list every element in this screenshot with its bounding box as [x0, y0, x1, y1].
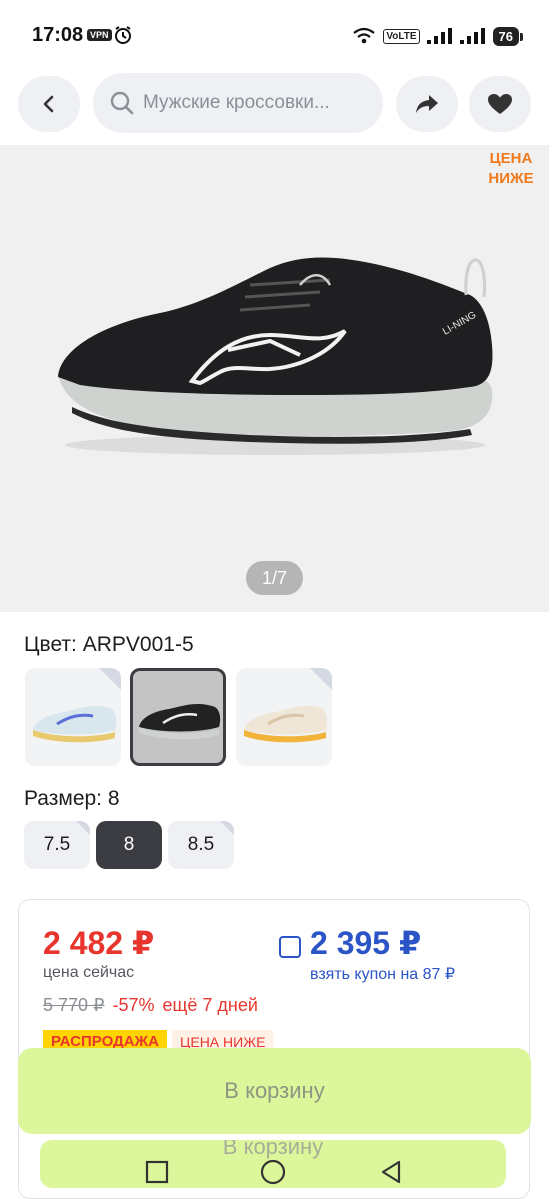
swatch-image [139, 703, 221, 740]
chevron-left-icon [43, 95, 54, 113]
back-nav-button[interactable] [376, 1157, 406, 1187]
home-button[interactable] [258, 1157, 288, 1187]
vpn-icon: VPN [87, 29, 112, 41]
recents-button[interactable] [142, 1157, 172, 1187]
triangle-back-icon [381, 1160, 401, 1184]
favorite-button[interactable] [469, 76, 531, 132]
share-icon [416, 95, 438, 113]
size-option-8[interactable]: 8 [96, 821, 162, 869]
back-button[interactable] [18, 76, 80, 132]
size-option-8-5[interactable]: 8.5 [168, 821, 234, 869]
square-icon [145, 1160, 169, 1184]
wifi-icon [353, 27, 376, 44]
discount-percent: -57% [112, 995, 155, 1015]
circle-icon [260, 1159, 286, 1185]
size-title: Размер: 8 [24, 787, 120, 810]
current-price-caption: цена сейчас [43, 964, 135, 981]
search-input[interactable]: Мужские кроссовки... [93, 73, 383, 133]
size-option-7-5[interactable]: 7.5 [24, 821, 90, 869]
size-label: 8.5 [187, 834, 215, 855]
system-nav-bar [0, 1145, 549, 1200]
size-corner-mark [220, 821, 234, 835]
battery-icon: 76 [492, 26, 524, 46]
product-gallery[interactable]: ЦЕНА НИЖЕ LI-NING 1/7 [0, 145, 549, 612]
volte-icon: VoLTE [383, 28, 420, 44]
coupon-price: 2 395 ₽ [310, 925, 422, 961]
search-icon [110, 91, 134, 115]
status-time: 17:08 [32, 24, 84, 46]
gallery-page-counter: 1/7 [246, 561, 303, 595]
days-left: ещё 7 дней [162, 995, 258, 1015]
top-toolbar: Мужские кроссовки... [0, 70, 549, 142]
size-corner-mark [76, 821, 90, 835]
product-image: LI-NING [58, 257, 493, 455]
color-swatch-black[interactable] [130, 668, 226, 766]
add-to-cart-button[interactable]: В корзину [18, 1048, 531, 1134]
coupon-caption[interactable]: взять купон на 87 ₽ [310, 964, 455, 984]
alarm-icon [115, 26, 131, 44]
search-query: Мужские кроссовки... [143, 92, 330, 113]
color-swatch-light-blue[interactable] [25, 668, 121, 766]
status-bar: 17:08 VPN VoLTE 76 [0, 0, 549, 70]
status-icons: VoLTE 76 [352, 24, 524, 48]
size-label: 7.5 [43, 834, 71, 855]
heart-icon [488, 94, 512, 114]
share-button[interactable] [396, 76, 458, 132]
color-title: Цвет: ARPV001-5 [24, 633, 194, 656]
swatch-corner-mark [310, 668, 332, 690]
signal-icon [426, 28, 452, 44]
cart-label: В корзину [224, 1078, 325, 1103]
old-price: 5 770 ₽ [43, 995, 105, 1015]
swatch-corner-mark [99, 668, 121, 690]
current-price: 2 482 ₽ [43, 925, 155, 961]
old-price-row: 5 770 ₽ -57% ещё 7 дней [43, 995, 258, 1016]
signal-icon-2 [459, 28, 485, 44]
size-label: 8 [123, 834, 135, 855]
coupon-checkbox[interactable] [279, 936, 301, 958]
color-swatch-cream[interactable] [236, 668, 332, 766]
